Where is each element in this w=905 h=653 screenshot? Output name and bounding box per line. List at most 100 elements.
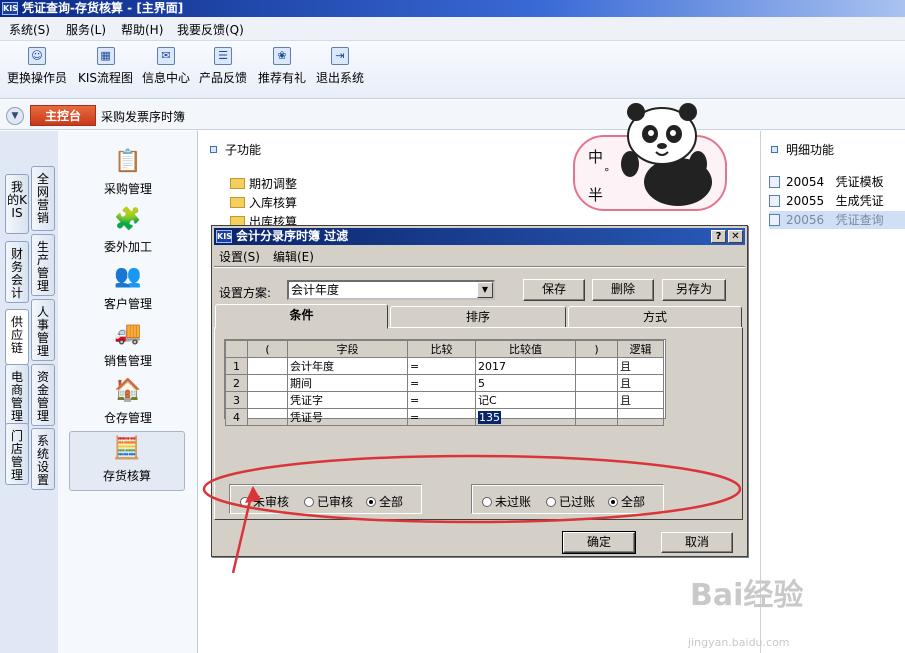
chevron-down-icon[interactable]: ▼ (477, 282, 493, 298)
section-box-icon (210, 146, 217, 153)
col-compare-value: 比较值 (475, 340, 576, 358)
product-feedback-button[interactable]: ☰ 产品反馈 (199, 47, 247, 86)
filter-dialog: KIS 会计分录序时簿 过滤 ? ✕ 设置(S) 编辑(E) 设置方案: 会计年… (211, 225, 748, 557)
tab-store[interactable]: 门店管理 (5, 423, 29, 485)
detail-item-generate-voucher[interactable]: 20055 生成凭证 (769, 192, 905, 210)
save-as-button[interactable]: 另存为 (662, 279, 726, 301)
menu-feedback[interactable]: 我要反馈(Q) (177, 21, 244, 38)
dialog-title-bar: KIS 会计分录序时簿 过滤 ? ✕ (214, 228, 745, 245)
tab-conditions[interactable]: 条件 (215, 304, 388, 329)
table-row[interactable]: 3 凭证字 = 记C 且 (225, 391, 664, 409)
radio-audit-all[interactable]: 全部 (366, 493, 403, 510)
detail-item-voucher-template[interactable]: 20054 凭证模板 (769, 173, 905, 191)
dialog-menu-edit[interactable]: 编辑(E) (273, 248, 314, 265)
menu-system[interactable]: 系统(S) (9, 21, 50, 38)
exit-icon: ⇥ (331, 47, 349, 65)
tab-finance[interactable]: 财务会计 (5, 241, 29, 303)
close-icon[interactable]: ✕ (728, 230, 743, 243)
tab-settings[interactable]: 系统设置 (31, 428, 55, 490)
tab-hr[interactable]: 人事管理 (31, 299, 55, 361)
radio-unposted[interactable]: 未过账 (482, 493, 531, 510)
tab-funds[interactable]: 资金管理 (31, 364, 55, 426)
col-logic: 逻辑 (617, 340, 664, 358)
scheme-select[interactable]: 会计年度 ▼ (287, 280, 495, 300)
baidu-watermark-url: jingyan.baidu.com (688, 636, 790, 649)
menubar: 系统(S) 服务(L) 帮助(H) 我要反馈(Q) (0, 17, 905, 41)
kis-logo-icon: KIS (216, 230, 232, 243)
grid-header-row: ( 字段 比较 比较值 ) 逻辑 (225, 340, 664, 358)
sub-function-item[interactable]: 期初调整 (230, 175, 297, 192)
outsourcing-icon: 🧩 (114, 207, 142, 232)
module-sales[interactable]: 🚚 销售管理 (58, 319, 198, 369)
table-row[interactable]: 4 凭证号 = 135 (225, 408, 664, 426)
condition-grid[interactable]: ( 字段 比较 比较值 ) 逻辑 1 会计年度 = 2017 且 2 期间 = (224, 339, 666, 426)
audit-status-group: 未审核 已审核 全部 (229, 484, 422, 514)
col-open-paren: ( (247, 340, 288, 358)
detail-item-voucher-query[interactable]: 20056 凭证查询 (769, 211, 905, 229)
current-page-tab[interactable]: 采购发票序时簿 (101, 108, 185, 125)
window-title: 凭证查询-存货核算 - [主界面] (22, 1, 184, 15)
purchase-icon: 📋 (114, 149, 142, 174)
inventory-icon: 🧮 (113, 436, 141, 461)
sticker-text-bottom: 半 (588, 186, 603, 204)
module-warehouse[interactable]: 🏠 仓存管理 (58, 376, 198, 426)
sticker-text-top: 中 (588, 148, 603, 166)
recommend-gift-button[interactable]: ❀ 推荐有礼 (258, 47, 306, 86)
menu-service[interactable]: 服务(L) (66, 21, 106, 38)
radio-posted[interactable]: 已过账 (546, 493, 595, 510)
document-icon (769, 214, 780, 226)
module-outsourcing[interactable]: 🧩 委外加工 (58, 205, 198, 255)
delete-button[interactable]: 删除 (592, 279, 654, 301)
menu-help[interactable]: 帮助(H) (121, 21, 163, 38)
folder-icon (230, 178, 245, 189)
selected-cell-value[interactable]: 135 (478, 410, 501, 424)
gift-icon: ❀ (273, 47, 291, 65)
section-box-icon (771, 146, 778, 153)
radio-unaudited[interactable]: 未审核 (240, 493, 289, 510)
svg-text:°: ° (604, 166, 610, 179)
user-switch-icon: ☺ (28, 47, 46, 65)
dialog-menu-settings[interactable]: 设置(S) (219, 248, 260, 265)
radio-post-all[interactable]: 全部 (608, 493, 645, 510)
save-button[interactable]: 保存 (523, 279, 585, 301)
table-row[interactable]: 1 会计年度 = 2017 且 (225, 357, 664, 375)
tab-mode[interactable]: 方式 (568, 306, 742, 328)
nav-strip: ▼ 主控台 采购发票序时簿 (0, 100, 905, 130)
feedback-icon: ☰ (214, 47, 232, 65)
folder-icon (230, 197, 245, 208)
tab-my-kis[interactable]: 我的KIS (5, 174, 29, 234)
dialog-title: 会计分录序时簿 过滤 (236, 229, 349, 243)
info-center-button[interactable]: ✉ 信息中心 (142, 47, 190, 86)
col-close-paren: ) (575, 340, 618, 358)
panda-sticker: 中 ° 半 (572, 100, 730, 212)
info-center-icon: ✉ (157, 47, 175, 65)
table-row[interactable]: 2 期间 = 5 且 (225, 374, 664, 392)
col-field: 字段 (287, 340, 408, 358)
sub-function-item[interactable]: 入库核算 (230, 194, 297, 211)
tab-ecommerce[interactable]: 电商管理 (5, 364, 29, 426)
module-inventory-accounting[interactable]: 🧮 存货核算 (69, 431, 185, 491)
cancel-button[interactable]: 取消 (661, 532, 733, 553)
module-customer[interactable]: 👥 客户管理 (58, 262, 198, 312)
kis-logo-icon: KIS (2, 2, 18, 15)
baidu-watermark: Bai经验 (690, 578, 804, 613)
chevron-down-icon[interactable]: ▼ (6, 107, 24, 125)
tab-sort[interactable]: 排序 (390, 306, 566, 328)
tab-marketing[interactable]: 全网营销 (31, 166, 55, 231)
radio-audited[interactable]: 已审核 (304, 493, 353, 510)
left-category-tabs: 我的KIS 财务会计 供应链 电商管理 门店管理 全网营销 生产管理 人事管理 … (0, 131, 58, 653)
flowchart-icon: ▦ (96, 47, 115, 65)
kis-flowchart-button[interactable]: ▦ KIS流程图 (78, 47, 133, 86)
grid-corner (225, 340, 248, 358)
scheme-label: 设置方案: (219, 286, 272, 300)
switch-operator-button[interactable]: ☺ 更换操作员 (7, 47, 67, 86)
ok-button[interactable]: 确定 (562, 531, 636, 554)
home-console-tab[interactable]: 主控台 (30, 105, 96, 126)
sales-truck-icon: 🚚 (114, 321, 142, 346)
module-purchase[interactable]: 📋 采购管理 (58, 147, 198, 197)
posting-status-group: 未过账 已过账 全部 (471, 484, 664, 514)
tab-production[interactable]: 生产管理 (31, 234, 55, 296)
help-icon[interactable]: ? (711, 230, 726, 243)
exit-system-button[interactable]: ⇥ 退出系统 (316, 47, 364, 86)
tab-supply-chain[interactable]: 供应链 (5, 309, 29, 365)
